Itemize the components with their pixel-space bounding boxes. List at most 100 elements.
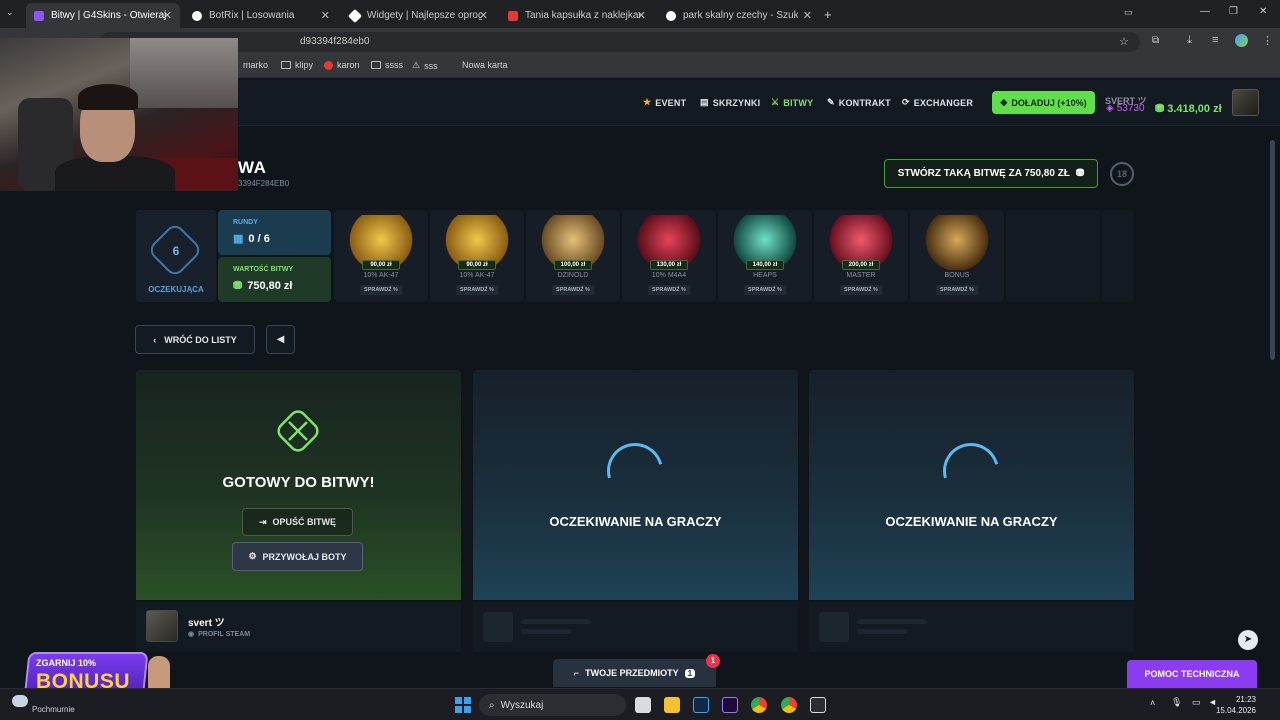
notification-badge: 1: [706, 654, 720, 668]
close-icon[interactable]: ✕: [321, 9, 330, 22]
menu-icon[interactable]: ⋮: [1262, 34, 1273, 47]
check-odds-button[interactable]: SPRAWDŹ %: [552, 285, 594, 295]
bookmark-item[interactable]: ssss: [371, 60, 403, 70]
nav-event[interactable]: ★ EVENT: [643, 97, 686, 108]
media-icon[interactable]: ≡: [1212, 34, 1218, 46]
bookmark-item[interactable]: marko: [243, 60, 268, 70]
your-items-button[interactable]: ⌐ TWOJE PRZEDMIOTY 1: [553, 659, 716, 687]
create-same-battle-button[interactable]: STWÓRZ TAKĄ BITWĘ ZA 750,80 ZŁ ⛃: [884, 159, 1098, 188]
exchange-icon: ⟳: [902, 97, 910, 107]
close-icon[interactable]: ✕: [163, 9, 172, 22]
back-to-list-button[interactable]: ‹ WRÓĆ DO LISTY: [135, 325, 255, 354]
coins-icon: ⛃: [1075, 168, 1085, 179]
case-item[interactable]: 90,00 zł 10% AK-47 SPRAWDŹ %: [430, 210, 524, 302]
sound-toggle-button[interactable]: ◀: [266, 325, 295, 354]
task-view-icon[interactable]: [635, 697, 651, 713]
download-icon[interactable]: ⤓: [1187, 34, 1192, 47]
leave-battle-button[interactable]: ⇥ OPUŚĆ BITWĘ: [242, 508, 353, 536]
browser-tab[interactable]: Tania kapsułka z naklejkami - St ✕: [500, 3, 654, 28]
check-odds-button[interactable]: SPRAWDŹ %: [456, 285, 498, 295]
tab-search-icon[interactable]: ⌄: [6, 7, 14, 18]
send-icon[interactable]: ➤: [1238, 630, 1258, 650]
bookmark-item[interactable]: ⚠ sss: [412, 60, 438, 71]
skeleton: [857, 619, 927, 624]
scrollbar[interactable]: [1270, 140, 1275, 360]
coins-icon: ⛃: [1155, 103, 1165, 115]
tab-favicon-icon: [192, 10, 202, 21]
case-item[interactable]: 200,00 zł MASTER SPRAWDŹ %: [814, 210, 908, 302]
steam-icon: ◉: [188, 631, 195, 638]
check-odds-button[interactable]: SPRAWDŹ %: [360, 285, 402, 295]
steam-profile-link[interactable]: ◉ PROFIL STEAM: [188, 630, 250, 639]
bookmark-item[interactable]: Nowa karta: [462, 60, 508, 70]
player-info-placeholder: [809, 602, 1134, 652]
weather-label: Pochmurnie: [32, 705, 75, 714]
age-restriction-badge: 18: [1110, 162, 1134, 186]
microphone-icon[interactable]: 🎙: [1171, 697, 1182, 708]
extensions-icon[interactable]: ⧉: [1152, 35, 1159, 46]
folder-icon: [371, 61, 381, 69]
waiting-label: OCZEKIWANIE NA GRACZY: [885, 514, 1058, 529]
tray-chevron-icon[interactable]: ˄: [1150, 698, 1155, 708]
profile-avatar-icon[interactable]: [1235, 34, 1248, 47]
player-info: svert ツ ◉ PROFIL STEAM: [136, 602, 461, 652]
maximize-icon[interactable]: ❐: [1229, 6, 1238, 17]
webcam-person-hair: [78, 84, 138, 110]
tech-support-button[interactable]: POMOC TECHNICZNA: [1127, 660, 1257, 688]
user-avatar[interactable]: [1232, 89, 1259, 116]
case-item[interactable]: BONUS SPRAWDŹ %: [910, 210, 1004, 302]
bookmark-star-icon[interactable]: ☆: [1119, 35, 1129, 48]
profile-switch-icon[interactable]: ▭: [1124, 7, 1133, 18]
nav-kontrakt[interactable]: ✎ KONTRAKT: [827, 97, 891, 108]
battle-value-card: WARTOŚĆ BITWY ⛃ 750,80 zł: [218, 257, 331, 302]
new-tab-icon[interactable]: +: [824, 7, 832, 22]
minimize-icon[interactable]: —: [1200, 6, 1210, 17]
clock[interactable]: 21:23 15.04.2026: [1216, 694, 1256, 716]
karon-icon: [324, 60, 333, 70]
check-odds-button[interactable]: SPRAWDŹ %: [744, 285, 786, 295]
bookmark-item[interactable]: klipy: [281, 60, 313, 70]
photoshop-icon[interactable]: [693, 697, 709, 713]
close-icon[interactable]: ✕: [637, 9, 646, 22]
nav-bitwy[interactable]: ⚔ BITWY: [771, 97, 813, 108]
speaker-icon: ◀: [276, 334, 285, 345]
topup-button[interactable]: ◆ DOŁADUJ (+10%): [992, 91, 1095, 114]
case-item[interactable]: 140,00 zł HEAPS SPRAWDŹ %: [718, 210, 812, 302]
wallet-icon: ◆: [1000, 97, 1008, 107]
exit-icon: ⇥: [258, 516, 267, 527]
check-odds-button[interactable]: SPRAWDŹ %: [648, 285, 690, 295]
bookmark-item[interactable]: karon: [324, 60, 360, 70]
file-explorer-icon[interactable]: [664, 697, 680, 713]
browser-tab[interactable]: Bitwy | G4Skins - Otwieraj skrzy ✕: [26, 3, 180, 28]
close-icon[interactable]: ✕: [803, 9, 812, 22]
balance-display: ⛃ 3.418,00 zł: [1155, 102, 1222, 116]
player-avatar[interactable]: [146, 610, 178, 642]
app-icon[interactable]: [810, 697, 826, 713]
start-icon[interactable]: [455, 697, 471, 713]
taskbar-search[interactable]: ⌕ Wyszukaj: [479, 694, 626, 716]
rounds-icon: ▦: [233, 233, 244, 245]
close-icon[interactable]: ✕: [479, 9, 488, 22]
network-icon[interactable]: ▭: [1192, 697, 1201, 708]
chrome-icon[interactable]: [781, 697, 797, 713]
browser-tab[interactable]: BotRix | Losowania ✕: [184, 3, 338, 28]
check-odds-button[interactable]: SPRAWDŹ %: [840, 285, 882, 295]
search-icon: ⌕: [489, 699, 495, 711]
case-item[interactable]: 100,00 zł DZINOLD SPRAWDŹ %: [526, 210, 620, 302]
nav-exchanger[interactable]: ⟳ EXCHANGER: [902, 97, 973, 108]
browser-tab[interactable]: park skalny czechy - Szukaj w G ✕: [658, 3, 820, 28]
gem-icon: ◈: [1106, 103, 1114, 114]
check-odds-button[interactable]: SPRAWDŹ %: [936, 285, 978, 295]
coins-icon: ⛃: [233, 280, 243, 292]
browser-tab[interactable]: Widgety | Najlepsze oprogramo ✕: [342, 3, 496, 28]
url-text: d93394f284eb0: [300, 36, 370, 47]
case-item[interactable]: 130,00 zł 10% M4A4 SPRAWDŹ %: [622, 210, 716, 302]
summon-bots-button[interactable]: ⚙ PRZYWOŁAJ BOTY: [232, 542, 363, 571]
nav-skrzynki[interactable]: ▤ SKRZYNKI: [700, 97, 760, 108]
chrome-icon[interactable]: [751, 697, 767, 713]
tab-favicon-icon: [508, 10, 518, 21]
premiere-icon[interactable]: [722, 697, 738, 713]
case-item[interactable]: 90,00 zł 10% AK-47 SPRAWDŹ %: [334, 210, 428, 302]
address-bar[interactable]: d93394f284eb0: [100, 32, 1140, 52]
window-close-icon[interactable]: ✕: [1259, 6, 1267, 17]
